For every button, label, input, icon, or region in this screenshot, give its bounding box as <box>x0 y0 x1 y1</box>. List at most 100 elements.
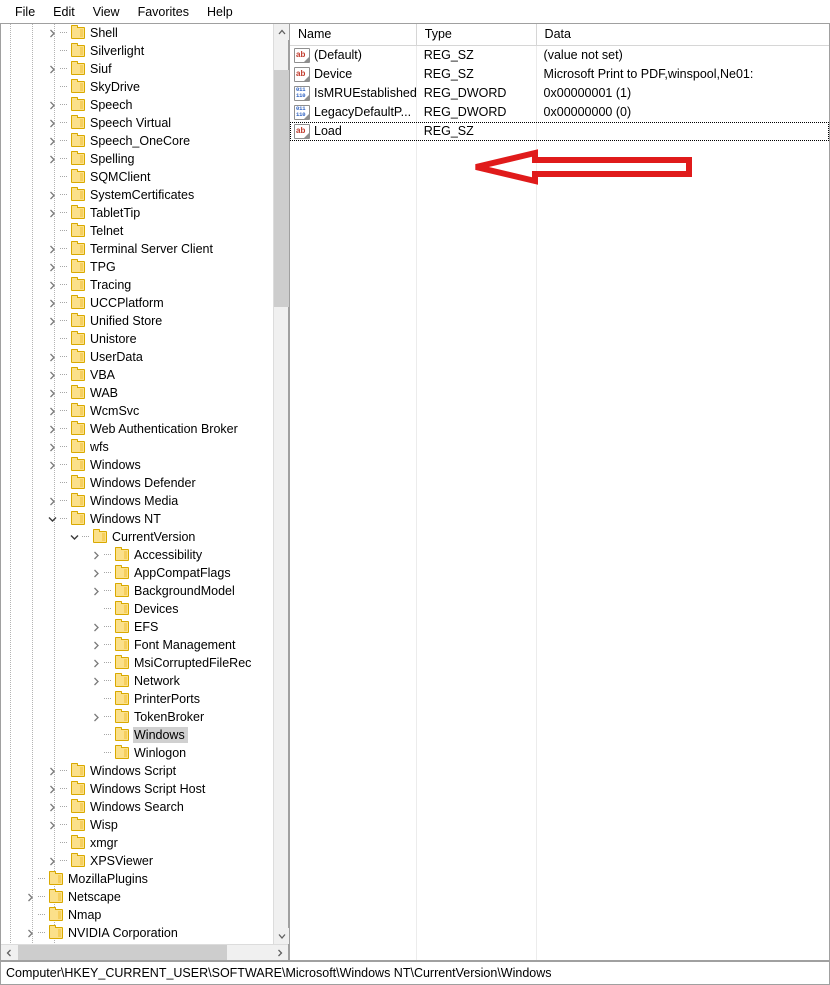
tree-item-userdata[interactable]: UserData <box>1 348 273 366</box>
chevron-right-icon[interactable] <box>89 618 104 636</box>
chevron-right-icon[interactable] <box>45 348 60 366</box>
tree-item-backgroundmodel[interactable]: BackgroundModel <box>1 582 273 600</box>
tree-item-tpg[interactable]: TPG <box>1 258 273 276</box>
tree-item-windows-script[interactable]: Windows Script <box>1 762 273 780</box>
chevron-right-icon[interactable] <box>45 132 60 150</box>
chevron-right-icon[interactable] <box>45 420 60 438</box>
tree-horizontal-scrollbar[interactable] <box>1 944 288 960</box>
tree-item-unistore[interactable]: Unistore <box>1 330 273 348</box>
value-row[interactable]: Device REG_SZ Microsoft Print to PDF,winsp… <box>290 65 829 84</box>
menu-item-favorites[interactable]: Favorites <box>129 2 198 22</box>
tree-item-shell[interactable]: Shell <box>1 24 273 42</box>
chevron-right-icon[interactable] <box>45 24 60 42</box>
tree-item-currentversion[interactable]: CurrentVersion <box>1 528 273 546</box>
column-header-data[interactable]: Data <box>535 24 829 46</box>
chevron-right-icon[interactable] <box>89 564 104 582</box>
chevron-right-icon[interactable] <box>23 888 38 906</box>
tree-item-devices[interactable]: Devices <box>1 600 273 618</box>
tree-item-unified-store[interactable]: Unified Store <box>1 312 273 330</box>
tree-item-windows-script-host[interactable]: Windows Script Host <box>1 780 273 798</box>
menu-item-view[interactable]: View <box>84 2 129 22</box>
tree-item-network[interactable]: Network <box>1 672 273 690</box>
chevron-right-icon[interactable] <box>45 780 60 798</box>
tree-vertical-scrollbar[interactable] <box>273 24 289 944</box>
chevron-down-icon[interactable] <box>45 510 60 528</box>
tree-item-msicorruptedfilerec[interactable]: MsiCorruptedFileRec <box>1 654 273 672</box>
chevron-right-icon[interactable] <box>45 96 60 114</box>
tree-item-siuf[interactable]: Siuf <box>1 60 273 78</box>
tree-item-wisp[interactable]: Wisp <box>1 816 273 834</box>
chevron-right-icon[interactable] <box>45 852 60 870</box>
tree-item-xpsviewer[interactable]: XPSViewer <box>1 852 273 870</box>
tree-item-winlogon[interactable]: Winlogon <box>1 744 273 762</box>
chevron-right-icon[interactable] <box>45 186 60 204</box>
column-header-name[interactable]: Name <box>290 24 416 46</box>
chevron-right-icon[interactable] <box>45 366 60 384</box>
tree-item-sqmclient[interactable]: SQMClient <box>1 168 273 186</box>
tree-item-tablettip[interactable]: TabletTip <box>1 204 273 222</box>
chevron-right-icon[interactable] <box>45 150 60 168</box>
tree-item-systemcertificates[interactable]: SystemCertificates <box>1 186 273 204</box>
value-row[interactable]: (Default) REG_SZ (value not set) <box>290 46 829 65</box>
tree-item-netscape[interactable]: Netscape <box>1 888 273 906</box>
chevron-right-icon[interactable] <box>89 636 104 654</box>
tree-item-accessibility[interactable]: Accessibility <box>1 546 273 564</box>
tree-item-wcmsvc[interactable]: WcmSvc <box>1 402 273 420</box>
tree-item-font-management[interactable]: Font Management <box>1 636 273 654</box>
tree-item-telnet[interactable]: Telnet <box>1 222 273 240</box>
chevron-right-icon[interactable] <box>45 816 60 834</box>
tree-item-appcompatflags[interactable]: AppCompatFlags <box>1 564 273 582</box>
tree-item-speech-onecore[interactable]: Speech_OneCore <box>1 132 273 150</box>
scroll-right-button[interactable] <box>272 945 288 960</box>
tree-item-windows-search[interactable]: Windows Search <box>1 798 273 816</box>
chevron-right-icon[interactable] <box>89 546 104 564</box>
tree-item-wfs[interactable]: wfs <box>1 438 273 456</box>
tree-hscroll-thumb[interactable] <box>18 945 227 960</box>
chevron-right-icon[interactable] <box>89 672 104 690</box>
tree-item-uccplatform[interactable]: UCCPlatform <box>1 294 273 312</box>
tree-item-speech-virtual[interactable]: Speech Virtual <box>1 114 273 132</box>
menu-item-file[interactable]: File <box>6 2 44 22</box>
tree-item-skydrive[interactable]: SkyDrive <box>1 78 273 96</box>
tree-item-mozillaplugins[interactable]: MozillaPlugins <box>1 870 273 888</box>
tree-item-web-authentication-broker[interactable]: Web Authentication Broker <box>1 420 273 438</box>
values-list[interactable]: (Default) REG_SZ (value not set) Device REG_… <box>290 46 829 960</box>
tree-scroll-thumb[interactable] <box>274 70 289 307</box>
tree-item-terminal-server-client[interactable]: Terminal Server Client <box>1 240 273 258</box>
registry-tree[interactable]: Shell Silverlight Siuf SkyDrive Speech Speech… <box>1 24 273 944</box>
tree-item-nmap[interactable]: Nmap <box>1 906 273 924</box>
tree-item-tracing[interactable]: Tracing <box>1 276 273 294</box>
scroll-up-button[interactable] <box>274 24 289 40</box>
chevron-right-icon[interactable] <box>45 384 60 402</box>
chevron-right-icon[interactable] <box>45 240 60 258</box>
chevron-right-icon[interactable] <box>23 924 38 942</box>
chevron-down-icon[interactable] <box>67 528 82 546</box>
chevron-right-icon[interactable] <box>45 492 60 510</box>
tree-item-tokenbroker[interactable]: TokenBroker <box>1 708 273 726</box>
chevron-right-icon[interactable] <box>45 312 60 330</box>
tree-item-windows-media[interactable]: Windows Media <box>1 492 273 510</box>
tree-item-silverlight[interactable]: Silverlight <box>1 42 273 60</box>
chevron-right-icon[interactable] <box>45 294 60 312</box>
chevron-right-icon[interactable] <box>45 456 60 474</box>
menu-item-edit[interactable]: Edit <box>44 2 84 22</box>
chevron-right-icon[interactable] <box>89 582 104 600</box>
chevron-right-icon[interactable] <box>45 114 60 132</box>
tree-item-windows[interactable]: Windows <box>1 726 273 744</box>
tree-item-speech[interactable]: Speech <box>1 96 273 114</box>
tree-item-wab[interactable]: WAB <box>1 384 273 402</box>
chevron-right-icon[interactable] <box>45 60 60 78</box>
tree-item-xmgr[interactable]: xmgr <box>1 834 273 852</box>
chevron-right-icon[interactable] <box>45 762 60 780</box>
tree-item-spelling[interactable]: Spelling <box>1 150 273 168</box>
scroll-down-button[interactable] <box>274 928 289 944</box>
chevron-right-icon[interactable] <box>45 258 60 276</box>
column-header-type[interactable]: Type <box>415 24 536 46</box>
value-row[interactable]: LegacyDefaultP... REG_DWORD 0x00000000 (0) <box>290 103 829 122</box>
tree-item-vba[interactable]: VBA <box>1 366 273 384</box>
tree-item-windows-nt[interactable]: Windows NT <box>1 510 273 528</box>
tree-item-nvidia-corporation[interactable]: NVIDIA Corporation <box>1 924 273 942</box>
chevron-right-icon[interactable] <box>89 708 104 726</box>
value-row[interactable]: IsMRUEstablished REG_DWORD 0x00000001 (1) <box>290 84 829 103</box>
chevron-right-icon[interactable] <box>45 204 60 222</box>
